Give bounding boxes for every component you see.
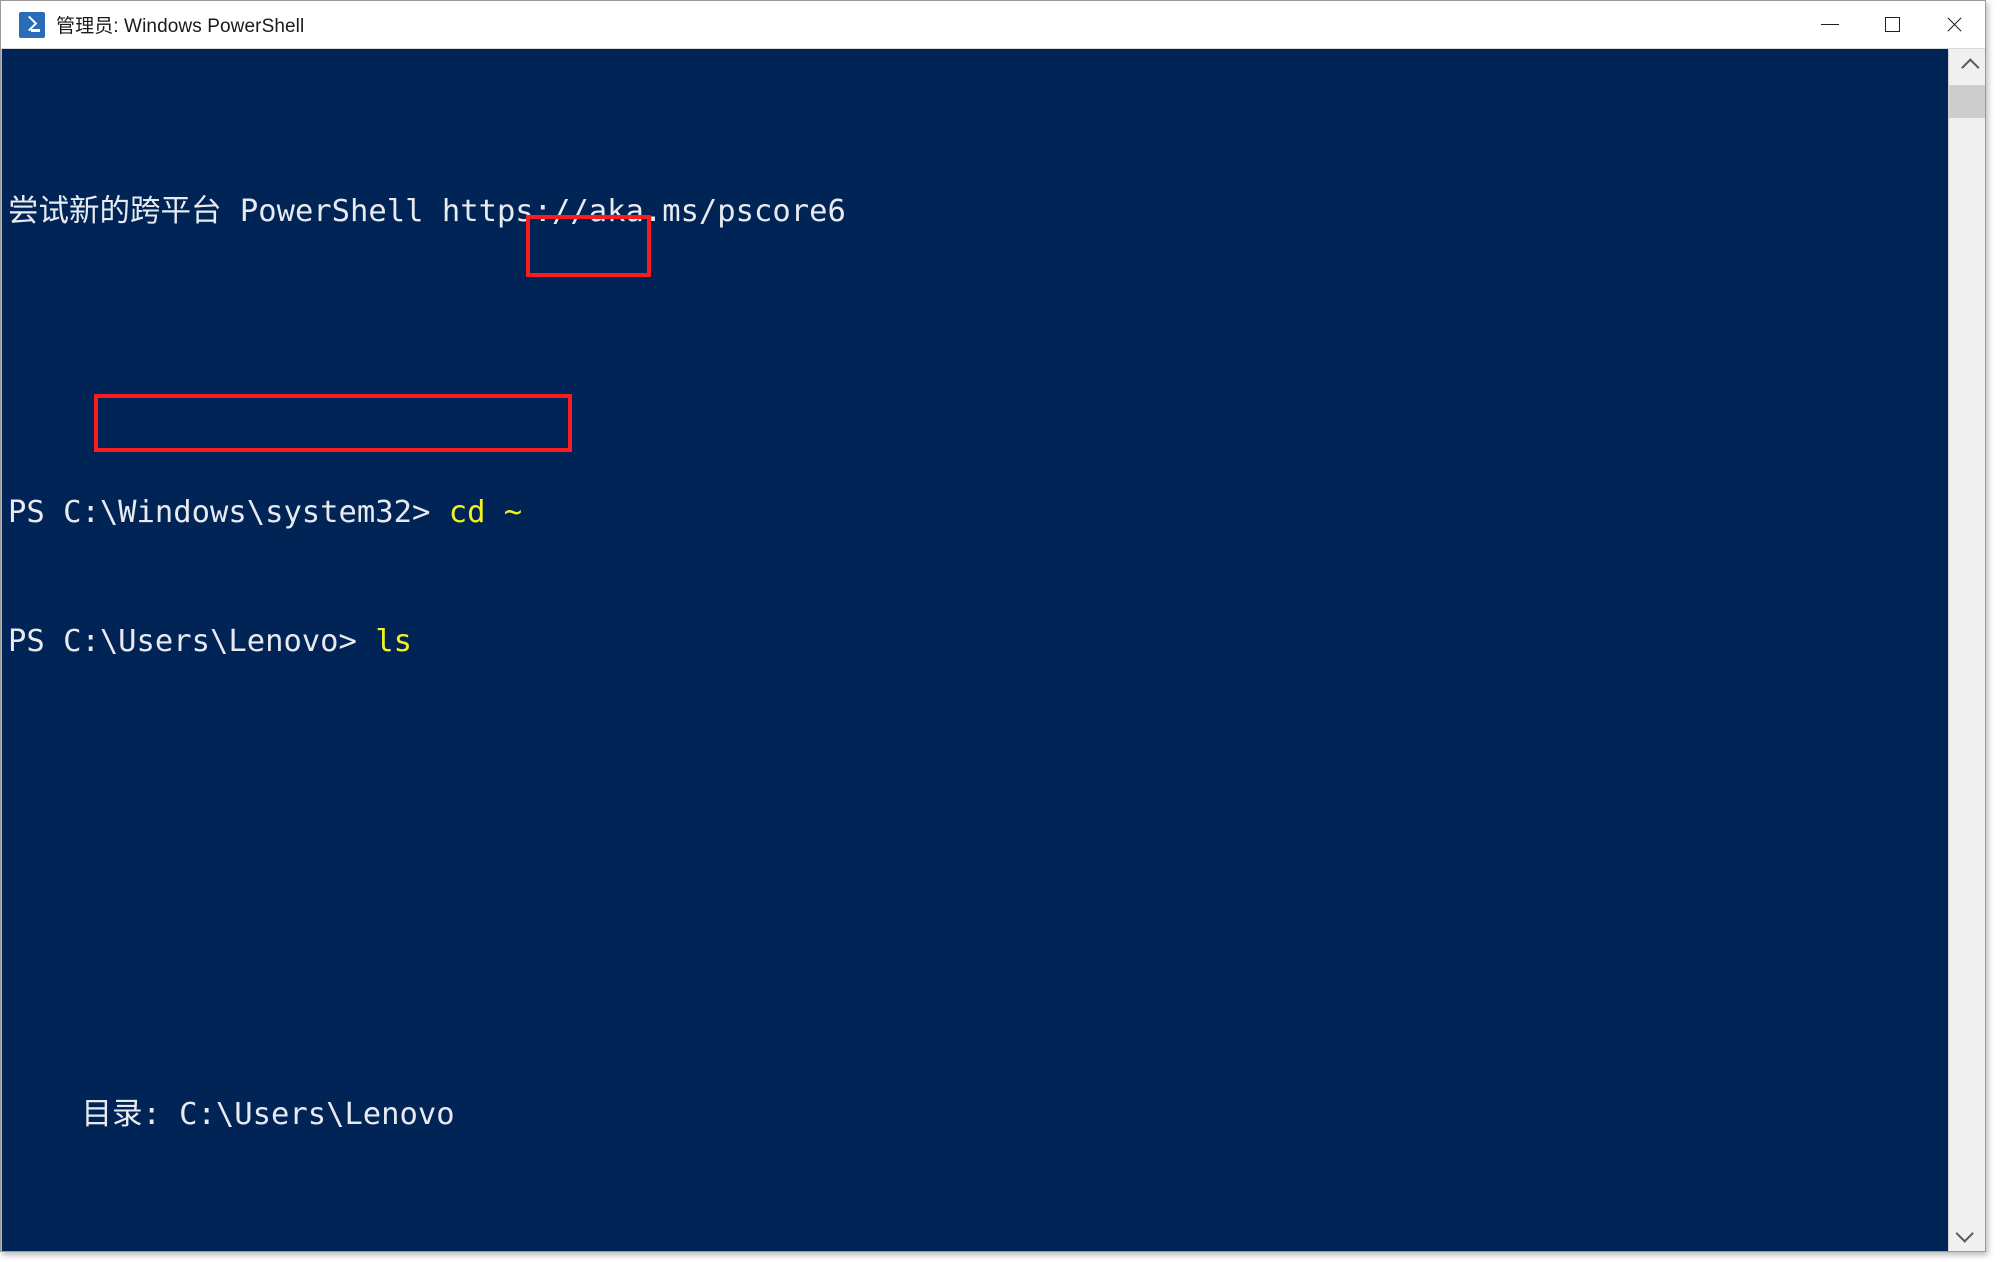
chevron-down-icon	[1954, 1223, 1974, 1243]
maximize-icon	[1884, 17, 1900, 32]
directory-header-text: 目录: C:\Users\Lenovo	[8, 1097, 455, 1132]
scroll-up-button[interactable]	[1949, 49, 1985, 85]
command-ls: ls	[375, 624, 412, 659]
banner-text: 尝试新的跨平台 PowerShell https://aka.ms/pscore…	[8, 194, 846, 229]
console-area: 尝试新的跨平台 PowerShell https://aka.ms/pscore…	[1, 49, 1985, 1251]
spacer-line-3	[8, 921, 1948, 964]
window-controls	[1799, 1, 1985, 48]
chevron-up-icon	[1960, 57, 1980, 77]
powershell-icon	[19, 11, 45, 38]
directory-header-line: 目录: C:\Users\Lenovo	[8, 1093, 1948, 1136]
directory-path-highlight-box	[94, 394, 572, 452]
spacer-line-2	[8, 792, 1948, 835]
prompt-line-2: PS C:\Users\Lenovo> ls	[8, 620, 1948, 663]
spacer-line-1	[8, 319, 1948, 362]
minimize-button[interactable]	[1799, 1, 1861, 48]
close-button[interactable]	[1923, 1, 1985, 48]
scroll-down-button[interactable]	[1949, 1215, 1985, 1251]
scrollbar-track[interactable]	[1949, 85, 1985, 1215]
terminal-output[interactable]: 尝试新的跨平台 PowerShell https://aka.ms/pscore…	[2, 49, 1948, 1251]
prompt-line-1: PS C:\Windows\system32> cd ~	[8, 491, 1948, 534]
powershell-window: 管理员: Windows PowerShell 尝试新的跨平台 PowerShe…	[0, 0, 1986, 1252]
title-bar[interactable]: 管理员: Windows PowerShell	[1, 1, 1985, 49]
minimize-icon	[1821, 24, 1839, 25]
vertical-scrollbar[interactable]	[1948, 49, 1985, 1251]
banner-line: 尝试新的跨平台 PowerShell https://aka.ms/pscore…	[8, 190, 1948, 233]
scrollbar-thumb[interactable]	[1949, 85, 1985, 118]
title-bar-left: 管理员: Windows PowerShell	[1, 11, 304, 38]
prompt-1-path: PS C:\Windows\system32>	[8, 495, 449, 530]
window-title: 管理员: Windows PowerShell	[56, 16, 305, 37]
maximize-button[interactable]	[1861, 1, 1923, 48]
prompt-2-path: PS C:\Users\Lenovo>	[8, 624, 376, 659]
close-icon	[1945, 15, 1964, 34]
command-cd: cd ~	[448, 495, 523, 530]
